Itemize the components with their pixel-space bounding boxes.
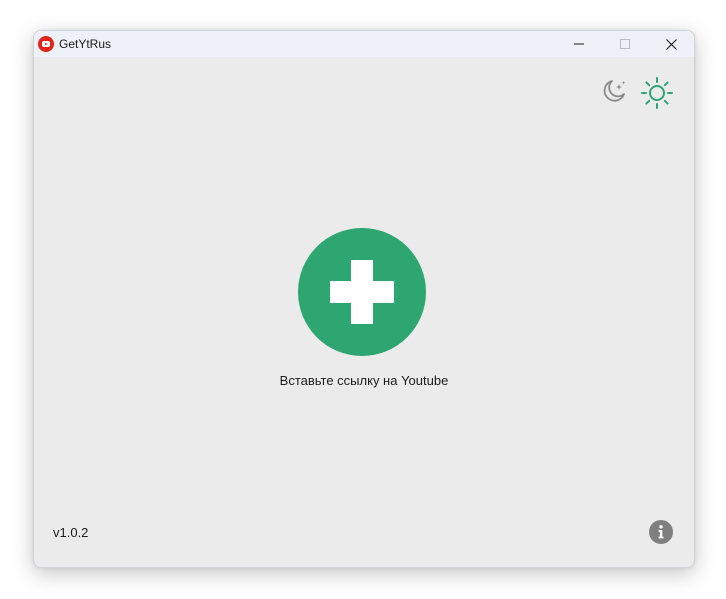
dark-theme-button[interactable]: [600, 77, 628, 105]
title-bar[interactable]: GetYtRus: [34, 31, 694, 57]
info-button[interactable]: [649, 520, 673, 544]
version-label: v1.0.2: [53, 525, 89, 540]
close-icon: [665, 38, 677, 50]
add-link-button[interactable]: [298, 228, 426, 356]
minimize-button[interactable]: [556, 31, 602, 57]
app-window: GetYtRus Вставьте ссылку на Youtube v1.0…: [33, 30, 695, 568]
moon-stars-icon: [603, 80, 626, 102]
maximize-button[interactable]: [602, 31, 648, 57]
desktop: GetYtRus Вставьте ссылку на Youtube v1.0…: [0, 0, 726, 599]
paste-link-hint: Вставьте ссылку на Youtube: [279, 373, 449, 388]
sun-icon: [641, 77, 673, 109]
close-button[interactable]: [648, 31, 694, 57]
youtube-icon: [38, 36, 54, 52]
minimize-icon: [574, 43, 584, 45]
light-theme-button[interactable]: [640, 76, 674, 110]
maximize-icon: [620, 39, 630, 49]
info-icon: [658, 525, 664, 539]
window-title: GetYtRus: [59, 37, 112, 51]
